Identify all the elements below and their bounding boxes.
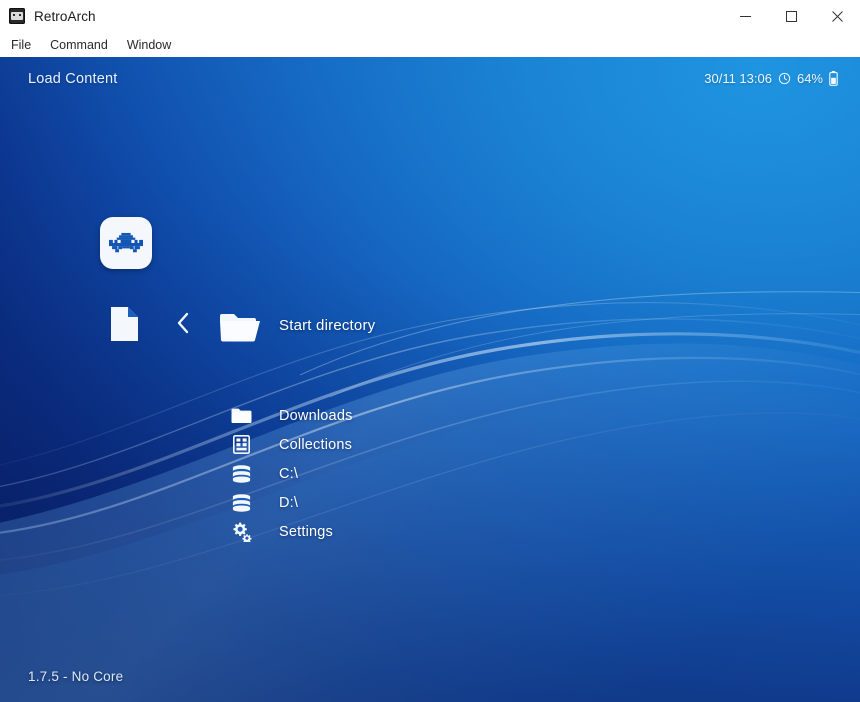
- datetime-label: 30/11 13:06: [704, 71, 772, 86]
- retroarch-icon: [9, 8, 25, 24]
- tab-load-content[interactable]: Load Content: [28, 71, 117, 87]
- status-group: 30/11 13:06 64%: [704, 71, 838, 86]
- folder-icon: [230, 405, 252, 427]
- xmb-navigation-row: Start directory: [0, 303, 860, 353]
- retroarch-window: RetroArch File Command Window Load Conte…: [0, 0, 860, 702]
- list-item-drive-d[interactable]: D:\: [0, 488, 860, 517]
- menu-item-file[interactable]: File: [3, 36, 39, 54]
- list-item-label: Downloads: [279, 407, 353, 424]
- window-title: RetroArch: [34, 8, 96, 24]
- window-controls: [722, 0, 860, 32]
- close-button[interactable]: [814, 0, 860, 32]
- maximize-button[interactable]: [768, 0, 814, 32]
- list-item-label: D:\: [279, 494, 299, 511]
- grid-list-icon: [230, 434, 252, 456]
- list-item-label: Settings: [279, 523, 333, 540]
- list-item-collections[interactable]: Collections: [0, 430, 860, 459]
- xmb-stage: Load Content 30/11 13:06 64% Start direc…: [0, 57, 860, 702]
- menu-bar: File Command Window: [0, 32, 860, 58]
- clock-icon: [778, 72, 791, 85]
- gears-icon: [230, 521, 252, 543]
- xmb-header: Load Content 30/11 13:06 64%: [0, 57, 860, 103]
- file-page-icon[interactable]: [110, 306, 139, 347]
- background-waves: [0, 291, 860, 702]
- minimize-icon: [739, 15, 751, 17]
- status-footer: 1.7.5 - No Core: [28, 669, 124, 684]
- list-item-drive-c[interactable]: C:\: [0, 459, 860, 488]
- list-item-label: Collections: [279, 436, 353, 453]
- menu-item-window[interactable]: Window: [119, 36, 179, 54]
- current-directory-label: Start directory: [279, 317, 376, 334]
- list-item-downloads[interactable]: Downloads: [0, 401, 860, 430]
- list-item-label: C:\: [279, 465, 299, 482]
- xmb-entry-list: Downloads Collections C:\ D:\ Settings: [0, 401, 860, 546]
- menu-item-command[interactable]: Command: [42, 36, 116, 54]
- list-item-settings[interactable]: Settings: [0, 517, 860, 546]
- drive-database-icon: [230, 492, 252, 514]
- minimize-button[interactable]: [722, 0, 768, 32]
- background-vignette: [0, 57, 860, 702]
- folder-open-icon[interactable]: [218, 309, 262, 348]
- retroarch-logo-icon: [109, 232, 143, 253]
- battery-percent-label: 64%: [796, 71, 823, 86]
- battery-icon: [829, 71, 838, 86]
- chevron-left-icon[interactable]: [176, 312, 190, 339]
- close-icon: [831, 10, 843, 22]
- retroarch-logo-tile: [100, 217, 152, 269]
- drive-database-icon: [230, 463, 252, 485]
- title-bar: RetroArch: [0, 0, 860, 33]
- maximize-icon: [785, 10, 797, 22]
